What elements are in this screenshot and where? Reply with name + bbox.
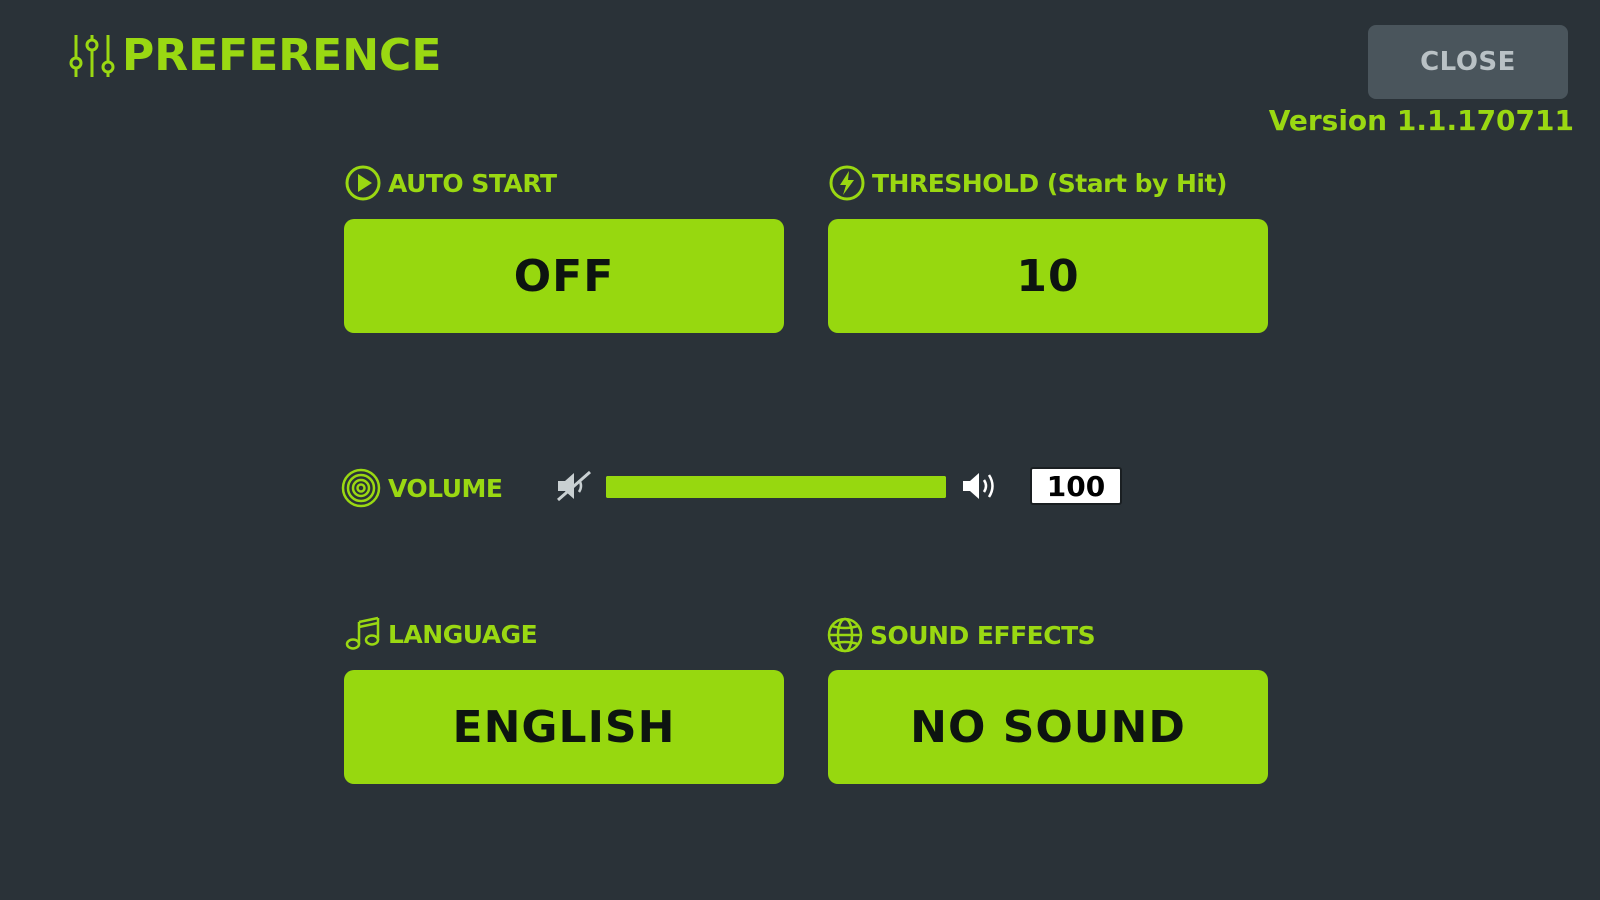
page-title: PREFERENCE <box>68 30 441 81</box>
language-button[interactable]: ENGLISH <box>344 670 784 784</box>
volume-label: VOLUME <box>340 467 503 509</box>
speaker-muted-icon[interactable] <box>554 466 594 510</box>
music-note-icon <box>344 616 382 652</box>
auto-start-label-text: AUTO START <box>388 168 557 198</box>
auto-start-label: AUTO START <box>344 164 557 202</box>
concentric-circles-icon <box>340 467 382 509</box>
volume-value-field[interactable]: 100 <box>1030 467 1122 505</box>
speaker-loud-icon[interactable] <box>960 466 1004 510</box>
volume-label-text: VOLUME <box>388 473 503 503</box>
lightning-circle-icon <box>828 164 866 202</box>
page-title-text: PREFERENCE <box>122 30 442 81</box>
sound-effects-label-text: SOUND EFFECTS <box>870 620 1096 650</box>
language-label: LANGUAGE <box>344 616 538 652</box>
globe-icon <box>826 616 864 654</box>
sound-effects-button[interactable]: NO SOUND <box>828 670 1268 784</box>
sliders-icon <box>68 33 116 79</box>
sound-effects-label: SOUND EFFECTS <box>826 616 1096 654</box>
volume-slider[interactable] <box>606 476 946 498</box>
threshold-button[interactable]: 10 <box>828 219 1268 333</box>
volume-slider-fill <box>606 476 946 498</box>
preference-screen: PREFERENCE CLOSE Version 1.1.170711 AUTO… <box>0 0 1600 900</box>
version-text: Version 1.1.170711 <box>1268 104 1574 137</box>
threshold-label-text: THRESHOLD (Start by Hit) <box>872 168 1227 198</box>
close-button[interactable]: CLOSE <box>1368 25 1568 99</box>
threshold-label: THRESHOLD (Start by Hit) <box>828 164 1227 202</box>
play-circle-icon <box>344 164 382 202</box>
language-label-text: LANGUAGE <box>388 619 538 649</box>
auto-start-button[interactable]: OFF <box>344 219 784 333</box>
